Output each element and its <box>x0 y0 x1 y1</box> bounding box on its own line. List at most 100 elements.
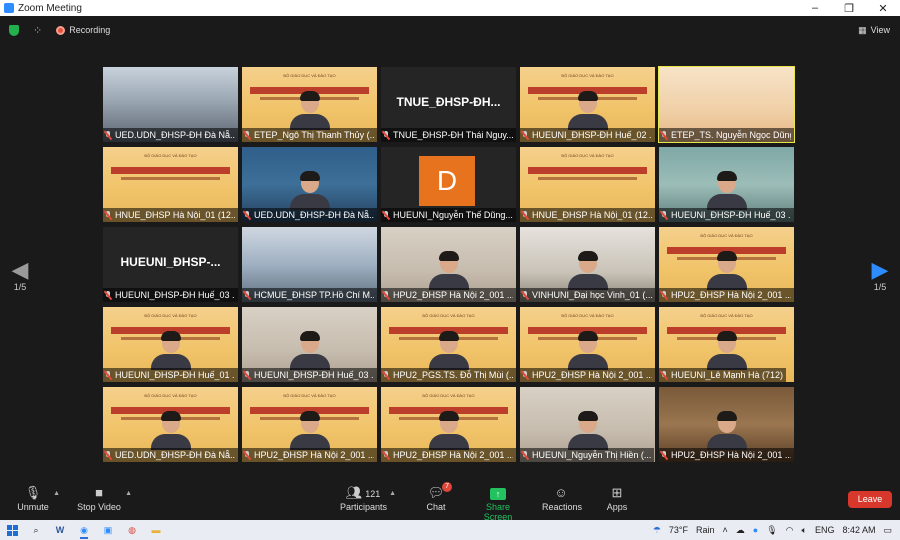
weather-temp[interactable]: 73°F <box>669 525 688 535</box>
next-page-button[interactable]: ▶ 1/5 <box>865 258 895 293</box>
participant-tile[interactable]: BỘ GIÁO DỤC VÀ ĐÀO TẠO HUEUNI_ĐHSP-ĐH Huế… <box>520 67 655 142</box>
meeting-info-grid-icon[interactable]: ⁘ <box>33 24 42 37</box>
file-explorer-icon[interactable]: ▬ <box>144 520 168 540</box>
close-button[interactable]: ✕ <box>866 2 900 15</box>
participant-tile[interactable]: BỘ GIÁO DỤC VÀ ĐÀO TẠO HPU2_ĐHSP Hà Nội 2… <box>659 227 794 302</box>
participant-name: UED.UDN_ĐHSP-ĐH Đà Nẵ... <box>115 130 235 140</box>
minimize-button[interactable]: – <box>798 2 832 15</box>
slide-caption: BỘ GIÁO DỤC VÀ ĐÀO TẠO <box>144 153 197 158</box>
participant-name: HUEUNI_ĐHSP-ĐH Huế_03 ... <box>254 370 374 380</box>
participant-figure <box>706 171 747 210</box>
leave-button[interactable]: Leave <box>848 491 892 508</box>
participant-tile[interactable]: HUEUNI_ĐHSP-ĐH Huế_03 ... <box>242 307 377 382</box>
participant-avatar: D <box>419 156 475 206</box>
microphone-muted-icon <box>243 450 251 460</box>
participant-tile[interactable]: BỘ GIÁO DỤC VÀ ĐÀO TẠO HPU2_ĐHSP Hà Nội 2… <box>381 387 516 462</box>
slide-subtitle-bar <box>121 177 220 180</box>
participant-tile[interactable]: D HUEUNI_Nguyễn Thế Dũng... <box>381 147 516 222</box>
reactions-button[interactable]: ☺ Reactions <box>542 484 582 512</box>
participant-tile[interactable]: UED.UDN_ĐHSP-ĐH Đà Nẵ... <box>103 67 238 142</box>
participant-name-label: HUEUNI_ĐHSP-ĐH Huế_02 ... <box>520 128 655 142</box>
slide-caption: BỘ GIÁO DỤC VÀ ĐÀO TẠO <box>144 313 197 318</box>
security-shield-icon[interactable] <box>9 24 19 36</box>
zoom-app-icon[interactable]: ◉ <box>72 520 96 540</box>
participant-tile[interactable]: BỘ GIÁO DỤC VÀ ĐÀO TẠO HPU2_PGS.TS. Đỗ Th… <box>381 307 516 382</box>
participant-name: HUEUNI_Lê Mạnh Hà (712) <box>671 370 784 380</box>
participant-tile[interactable]: BỘ GIÁO DỤC VÀ ĐÀO TẠO HPU2_ĐHSP Hà Nội 2… <box>520 307 655 382</box>
participant-name-label: HUEUNI_ĐHSP-ĐH Huế_03 ... <box>103 288 238 302</box>
participant-name-label: HUEUNI_ĐHSP-ĐH Huế_03 ... <box>659 208 794 222</box>
participant-figure <box>289 91 330 130</box>
slide-caption: BỘ GIÁO DỤC VÀ ĐÀO TẠO <box>283 73 336 78</box>
participant-tile[interactable]: HUEUNI_ĐHSP-... HUEUNI_ĐHSP-ĐH Huế_03 ... <box>103 227 238 302</box>
stop-video-button[interactable]: ■ Stop Video ▲ <box>76 484 132 512</box>
participant-tile[interactable]: HUEUNI_ĐHSP-ĐH Huế_03 ... <box>659 147 794 222</box>
notifications-icon[interactable]: ▭ <box>883 525 892 536</box>
participant-figure <box>706 331 747 370</box>
chevron-up-icon[interactable]: ˄ <box>723 525 728 535</box>
slide-caption: BỘ GIÁO DỤC VÀ ĐÀO TẠO <box>700 313 753 318</box>
slide-subtitle-bar <box>538 177 637 180</box>
chat-unread-badge: 7 <box>442 482 452 492</box>
microphone-muted-icon <box>521 210 529 220</box>
participant-tile[interactable]: BỘ GIÁO DỤC VÀ ĐÀO TẠO HNUE_ĐHSP Hà Nội_0… <box>520 147 655 222</box>
microphone-muted-icon <box>104 290 112 300</box>
participants-count: 121 <box>365 489 381 499</box>
weather-icon[interactable]: ☂ <box>653 525 661 536</box>
microphone-icon[interactable]: 🎙︎ <box>766 525 777 536</box>
page-indicator-right: 1/5 <box>873 282 887 292</box>
participant-name: ETEP_TS. Nguyễn Ngọc Dũng... <box>671 130 791 140</box>
participant-tile[interactable]: TNUE_ĐHSP-ĐH... TNUE_ĐHSP-ĐH Thái Nguy... <box>381 67 516 142</box>
wifi-icon[interactable]: ◠ <box>786 525 794 536</box>
share-screen-button[interactable]: ↑ Share Screen <box>472 484 524 522</box>
start-button[interactable] <box>0 520 24 540</box>
page-indicator-left: 1/5 <box>13 282 27 292</box>
participant-figure <box>150 331 191 370</box>
zoom-tray-icon[interactable]: ● <box>753 525 758 535</box>
participant-tile[interactable]: BỘ GIÁO DỤC VÀ ĐÀO TẠO HNUE_ĐHSP Hà Nội_0… <box>103 147 238 222</box>
audio-options-caret-icon[interactable]: ▲ <box>53 490 60 497</box>
volume-icon[interactable]: 🔈︎ <box>802 525 807 536</box>
word-app-icon[interactable]: W <box>48 520 72 540</box>
microphone-muted-icon <box>104 130 112 140</box>
apps-button[interactable]: ⊞ Apps <box>604 484 630 512</box>
search-icon[interactable]: ⌕ <box>24 520 48 540</box>
meeting-topbar: ⁘ Recording ▦ View <box>0 16 900 44</box>
zoom-meeting-app-icon[interactable]: ▣ <box>96 520 120 540</box>
participant-tile[interactable]: BỘ GIÁO DỤC VÀ ĐÀO TẠO HUEUNI_ĐHSP-ĐH Huế… <box>103 307 238 382</box>
participant-name-label: ETEP_Ngô Thị Thanh Thủy (... <box>242 128 377 142</box>
unmute-button[interactable]: 🎙︎ Unmute ▲ <box>16 484 60 512</box>
language-indicator[interactable]: ENG <box>815 525 835 535</box>
cloud-icon[interactable]: ☁ <box>736 525 745 536</box>
weather-desc[interactable]: Rain <box>696 525 715 535</box>
chrome-app-icon[interactable]: ◍ <box>120 520 144 540</box>
participant-name-label: HNUE_ĐHSP Hà Nội_01 (12... <box>520 208 655 222</box>
participant-tile[interactable]: HPU2_ĐHSP Hà Nội 2_001 ... <box>659 387 794 462</box>
participant-tile[interactable]: VINHUNI_Đại học Vinh_01 (... <box>520 227 655 302</box>
participant-name: HCMUE_ĐHSP TP.Hồ Chí M... <box>254 290 374 300</box>
participant-tile[interactable]: HPU2_ĐHSP Hà Nội 2_001 ... <box>381 227 516 302</box>
meeting-toolbar: 🎙︎ Unmute ▲ ■ Stop Video ▲ 👥︎ 121 Partici… <box>0 480 900 522</box>
maximize-button[interactable]: ❐ <box>832 2 866 15</box>
slide-caption: BỘ GIÁO DỤC VÀ ĐÀO TẠO <box>561 313 614 318</box>
participant-tile[interactable]: HUEUNI_Nguyễn Thị Hiền (... <box>520 387 655 462</box>
participant-tile[interactable]: BỘ GIÁO DỤC VÀ ĐÀO TẠO HPU2_ĐHSP Hà Nội 2… <box>242 387 377 462</box>
participant-tile[interactable]: HCMUE_ĐHSP TP.Hồ Chí M... <box>242 227 377 302</box>
participant-figure <box>289 331 330 370</box>
previous-page-button[interactable]: ◀ 1/5 <box>5 258 35 293</box>
participant-tile[interactable]: UED.UDN_ĐHSP-ĐH Đà Nẵ... <box>242 147 377 222</box>
video-camera-icon: ■ <box>95 485 103 500</box>
participant-tile[interactable]: ETEP_TS. Nguyễn Ngọc Dũng... <box>658 66 795 143</box>
participants-caret-icon[interactable]: ▲ <box>389 490 396 497</box>
chat-button[interactable]: 💬︎ 7 Chat <box>424 482 452 512</box>
participant-tile[interactable]: BỘ GIÁO DỤC VÀ ĐÀO TẠO HUEUNI_Lê Mạnh Hà … <box>659 307 794 382</box>
participant-name: HNUE_ĐHSP Hà Nội_01 (12... <box>532 210 652 220</box>
video-options-caret-icon[interactable]: ▲ <box>125 490 132 497</box>
participant-tile[interactable]: BỘ GIÁO DỤC VÀ ĐÀO TẠO UED.UDN_ĐHSP-ĐH Đà… <box>103 387 238 462</box>
participant-name-label: UED.UDN_ĐHSP-ĐH Đà Nẵ... <box>103 128 238 142</box>
clock[interactable]: 8:42 AM <box>842 525 875 535</box>
participants-button[interactable]: 👥︎ 121 Participants ▲ <box>340 484 396 512</box>
participant-tile[interactable]: BỘ GIÁO DỤC VÀ ĐÀO TẠO ETEP_Ngô Thị Thanh… <box>242 67 377 142</box>
view-button[interactable]: ▦ View <box>858 25 890 36</box>
slide-title-bar <box>111 167 230 174</box>
